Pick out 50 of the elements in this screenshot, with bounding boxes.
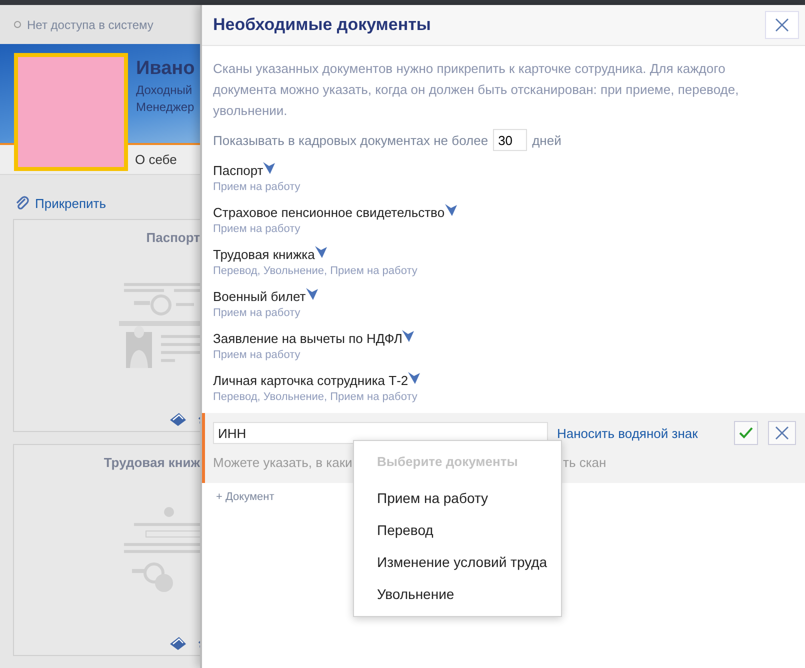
card-title: Паспорт bbox=[145, 229, 200, 246]
document-name: Личная карточка сотрудника Т-2 bbox=[213, 373, 408, 388]
dialog-description: Сканы указанных документов нужно прикрепить к карточке сотрудника. Для каждого документа можно указать, когда он должен быть отсканирован: при приеме, переводе, увольнении. bbox=[213, 60, 740, 120]
check-icon bbox=[738, 427, 753, 439]
paperclip-icon bbox=[14, 195, 30, 212]
document-events: Прием на работу bbox=[213, 307, 302, 319]
arrow-icon[interactable] bbox=[402, 329, 414, 343]
employee-name: Ивано bbox=[136, 58, 195, 80]
close-icon bbox=[774, 426, 789, 440]
watermark-link[interactable]: Наносить водяной знак bbox=[557, 426, 698, 440]
confirm-button[interactable] bbox=[734, 421, 758, 445]
status-text: Нет доступа в систему bbox=[27, 18, 154, 32]
add-document-link[interactable]: + Документ bbox=[216, 491, 274, 503]
attach-link[interactable]: Прикрепить bbox=[35, 196, 106, 211]
menu-item[interactable]: Прием на работу bbox=[354, 482, 561, 514]
card-title: Трудовая книж bbox=[102, 454, 200, 470]
document-name: Страховое пенсионное свидетельство bbox=[213, 205, 445, 220]
arrow-icon[interactable] bbox=[444, 203, 457, 217]
employee-department: Доходный bbox=[136, 83, 194, 98]
arrow-icon[interactable] bbox=[306, 287, 318, 301]
arrow-icon[interactable] bbox=[314, 245, 327, 259]
document-name: Паспорт bbox=[213, 163, 264, 178]
arrow-icon[interactable] bbox=[408, 371, 420, 385]
cancel-button[interactable] bbox=[768, 421, 796, 445]
status-dot-icon bbox=[14, 21, 21, 28]
document-events: Прием на работу bbox=[213, 181, 302, 193]
dialog-title: Необходимые документы bbox=[213, 15, 431, 35]
document-events: Прием на работу bbox=[213, 223, 302, 235]
days-field[interactable]: 30 bbox=[493, 129, 528, 151]
employee-position: Менеджер bbox=[136, 100, 195, 114]
days-unit: дней bbox=[532, 132, 562, 148]
document-events: Перевод, Увольнение, Прием на работу bbox=[213, 391, 418, 403]
profile-tab[interactable]: О себе bbox=[135, 152, 177, 167]
menu-item[interactable]: Перевод bbox=[354, 514, 561, 546]
document-name: Заявление на вычеты по НДФЛ bbox=[213, 331, 402, 346]
close-button[interactable] bbox=[765, 11, 799, 39]
document-name: Трудовая книжка bbox=[213, 247, 315, 262]
hint-text: ть скан bbox=[563, 455, 606, 470]
menu-header: Выберите документы bbox=[376, 453, 519, 471]
document-events: Прием на работу bbox=[213, 349, 302, 361]
document-name: Военный билет bbox=[213, 289, 306, 304]
close-icon bbox=[774, 17, 790, 33]
scanner-icon[interactable] bbox=[168, 410, 188, 427]
days-label: Показывать в кадровых документах не более bbox=[213, 132, 488, 148]
menu-item[interactable]: Увольнение bbox=[354, 578, 561, 610]
menu-item[interactable]: Изменение условий труда bbox=[354, 546, 561, 578]
document-events: Перевод, Увольнение, Прием на работу bbox=[213, 265, 418, 277]
arrow-icon[interactable] bbox=[263, 161, 276, 175]
scanner-icon[interactable] bbox=[168, 635, 188, 651]
hint-text: Можете указать, в каки bbox=[213, 455, 352, 470]
